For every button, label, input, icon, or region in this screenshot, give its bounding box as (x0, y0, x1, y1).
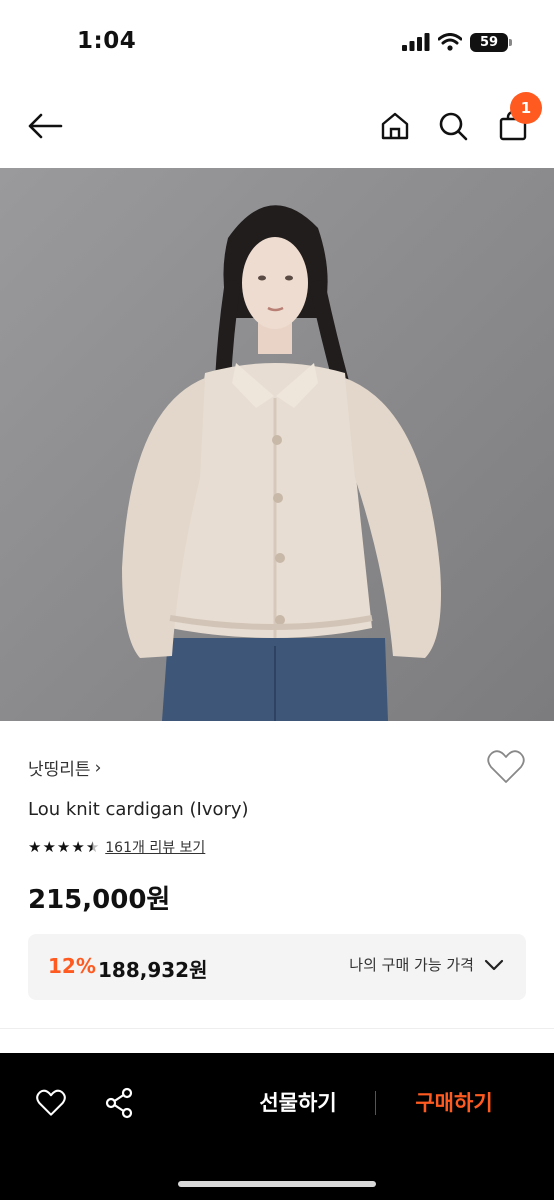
arrow-left-icon (28, 113, 63, 139)
my-price-box[interactable]: 12% 188,932원 나의 구매 가능 가격 (28, 934, 526, 1000)
star-rating: ★ ★ ★ ★ ★ (28, 838, 99, 856)
home-button[interactable] (372, 104, 418, 148)
chevron-right-icon: › (94, 757, 102, 778)
buy-button[interactable]: 구매하기 (392, 1081, 516, 1125)
half-star-icon: ★ (85, 838, 100, 856)
product-photo (0, 168, 554, 721)
separator (375, 1091, 376, 1115)
search-button[interactable] (430, 104, 476, 148)
signal-icon (402, 33, 430, 51)
brand-link[interactable]: 낫띵리튼 › (28, 755, 102, 781)
home-indicator (178, 1181, 376, 1187)
status-icons: 59 (402, 32, 512, 52)
star-icon: ★ (28, 838, 42, 856)
review-link[interactable]: 161개 리뷰 보기 (105, 837, 205, 857)
battery-icon: 59 (470, 32, 512, 52)
product-name: Lou knit cardigan (Ivory) (28, 799, 249, 820)
heart-outline-icon (36, 1089, 66, 1116)
wifi-icon (438, 33, 462, 51)
rating-row: ★ ★ ★ ★ ★ 161개 리뷰 보기 (28, 837, 205, 857)
star-icon: ★ (71, 838, 85, 856)
gift-button[interactable]: 선물하기 (236, 1081, 360, 1125)
heart-outline-icon (487, 750, 525, 783)
star-icon: ★ (56, 838, 71, 856)
battery-level: 59 (479, 34, 499, 50)
wishlist-button[interactable] (486, 749, 526, 785)
bottom-action-bar: 선물하기 구매하기 (0, 1053, 554, 1200)
product-price: 215,000원 (28, 885, 171, 915)
chevron-down-icon (484, 959, 504, 970)
bottom-wishlist-button[interactable] (30, 1083, 72, 1123)
back-button[interactable] (20, 104, 70, 148)
nav-bar (0, 84, 554, 168)
discount-price: 188,932원 (98, 958, 208, 982)
my-price-toggle[interactable]: 나의 구매 가능 가격 (349, 954, 504, 975)
share-button[interactable] (98, 1083, 140, 1123)
star-icon: ★ (42, 838, 56, 856)
cart-count-badge: 1 (510, 92, 542, 124)
share-icon (105, 1087, 133, 1119)
divider (0, 1028, 554, 1029)
status-time: 1:04 (77, 28, 137, 54)
search-icon (439, 112, 468, 141)
home-icon (381, 112, 409, 140)
brand-name: 낫띵리튼 (28, 760, 91, 780)
status-bar: 1:04 59 (0, 0, 554, 84)
discount-rate: 12% (48, 954, 96, 978)
my-price-label: 나의 구매 가능 가격 (349, 956, 474, 974)
product-image[interactable] (0, 168, 554, 721)
